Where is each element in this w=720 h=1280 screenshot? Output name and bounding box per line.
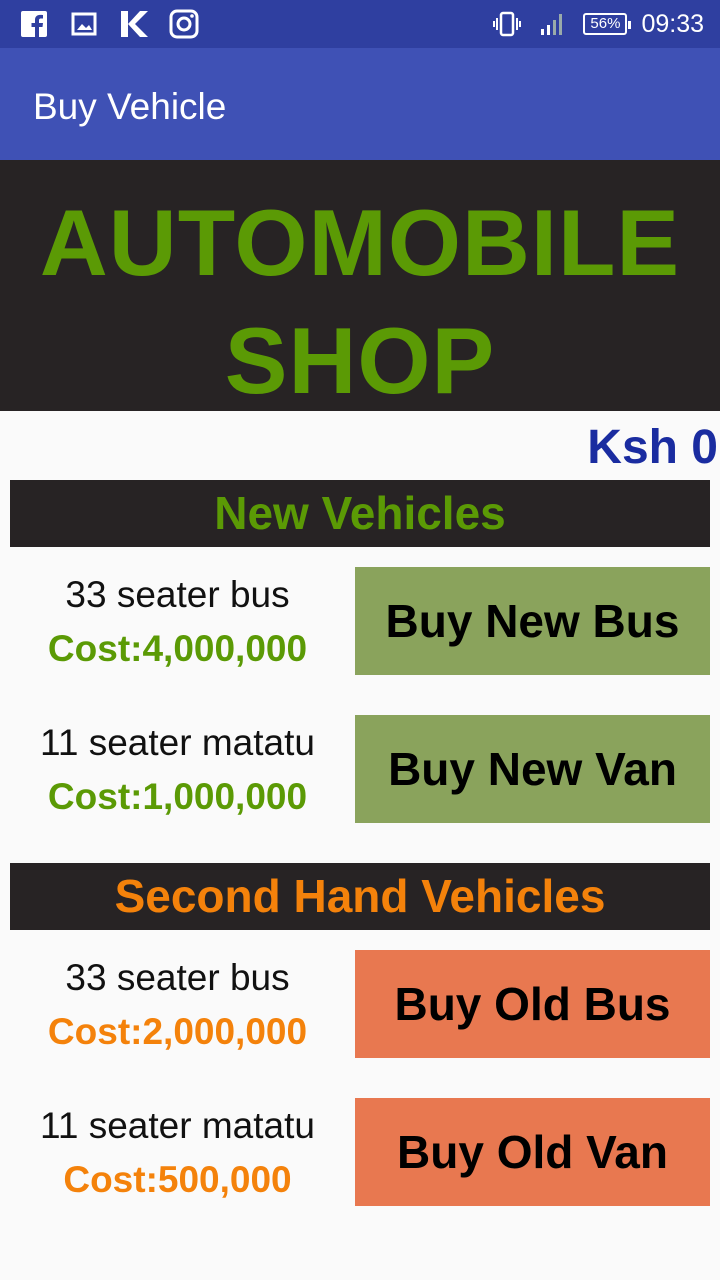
section-header-new-vehicles: New Vehicles	[10, 480, 710, 547]
buy-new-bus-button[interactable]: Buy New Bus	[355, 567, 710, 675]
vibrate-icon	[491, 8, 523, 40]
old-bus-name: 33 seater bus	[65, 957, 290, 998]
facebook-icon	[18, 8, 50, 40]
app-title: Buy Vehicle	[33, 86, 227, 127]
gallery-icon	[68, 8, 100, 40]
battery-indicator: 56%	[583, 13, 632, 35]
clock: 09:33	[641, 9, 704, 38]
banner-title-line2: SHOP	[224, 308, 496, 413]
buy-old-van-button[interactable]: Buy Old Van	[355, 1098, 710, 1206]
balance-label: Ksh 0	[587, 421, 718, 474]
banner-title-line1: AUTOMOBILE	[39, 190, 681, 295]
new-van-name: 11 seater matatu	[40, 722, 315, 763]
new-bus-name: 33 seater bus	[65, 574, 290, 615]
buy-new-van-button[interactable]: Buy New Van	[355, 715, 710, 823]
buy-old-bus-button[interactable]: Buy Old Bus	[355, 950, 710, 1058]
banner-title: AUTOMOBILE SHOP	[0, 184, 720, 420]
old-van-name: 11 seater matatu	[40, 1105, 315, 1146]
shop-banner: AUTOMOBILE SHOP	[0, 160, 720, 413]
new-bus-cost: Cost:4,000,000	[47, 628, 308, 669]
instagram-icon	[168, 8, 200, 40]
k-app-icon	[118, 8, 150, 40]
app-bar: Buy Vehicle	[0, 48, 720, 160]
old-van-cost: Cost:500,000	[63, 1159, 292, 1200]
new-van-cost: Cost:1,000,000	[47, 776, 308, 817]
signal-icon	[537, 8, 569, 40]
status-bar: 56% 09:33	[0, 0, 720, 48]
old-bus-cost: Cost:2,000,000	[47, 1011, 308, 1052]
section-header-second-hand: Second Hand Vehicles	[10, 863, 710, 930]
